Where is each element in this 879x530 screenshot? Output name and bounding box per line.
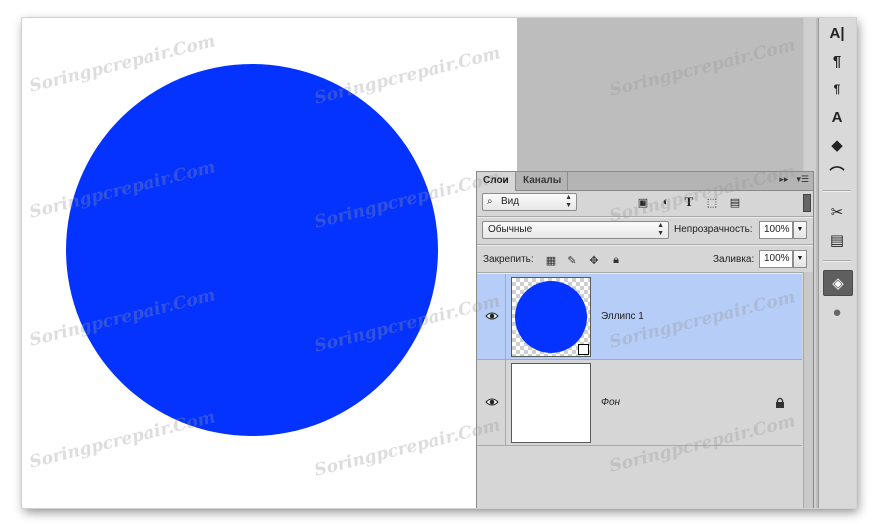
properties-glyph: ▤ [829, 232, 845, 249]
opacity-input[interactable]: 100% [759, 221, 793, 239]
layers-glyph: ◈ [832, 275, 844, 292]
paragraph-styles-icon[interactable]: ¶ [823, 77, 851, 101]
updown-icon: ▲ ▼ [565, 194, 572, 209]
layer-thumbnail[interactable] [511, 363, 591, 443]
type-filter-icon[interactable]: T [681, 194, 697, 209]
visibility-column-border [505, 274, 506, 359]
fill-input[interactable]: 100% [759, 250, 793, 268]
layers-scrollbar[interactable] [803, 272, 813, 508]
panel-controls: ▸▸ ▾☰ [779, 174, 809, 185]
layer-row[interactable]: Эллипс 1 [477, 274, 802, 360]
tab-channels[interactable]: Каналы [517, 172, 569, 190]
filter-kind-value: Вид [501, 196, 520, 207]
opacity-label: Непрозрачность: [674, 224, 753, 235]
lock-all-icon[interactable]: 🔒︎ [609, 253, 623, 267]
layer-thumbnail[interactable] [511, 277, 591, 357]
filter-toggle-switch[interactable] [803, 194, 811, 212]
channels-glyph: ● [832, 303, 842, 321]
lock-position-icon[interactable]: ✥ [587, 253, 601, 267]
blend-mode-select[interactable]: Обычные ▲ ▼ [482, 221, 669, 239]
path-glyph: ⌒ [829, 165, 845, 183]
panel-divider [477, 244, 813, 246]
panel-tab-bar: Слои Каналы ▸▸ ▾☰ [477, 172, 813, 191]
search-icon: ⌕ [487, 196, 493, 207]
character-styles-icon[interactable]: A [823, 105, 851, 129]
3d-icon[interactable]: ◆ [823, 133, 851, 157]
paragraph-styles-glyph: ¶ [833, 82, 841, 96]
character-glyph: A| [829, 24, 845, 42]
paragraph-icon[interactable]: ¶ [823, 49, 851, 73]
lock-image-pixels-icon[interactable]: ✎ [565, 253, 579, 267]
opacity-dropdown-arrow[interactable]: ▼ [793, 221, 807, 239]
layer-row[interactable]: Фон [477, 360, 802, 446]
character-styles-glyph: A [831, 108, 843, 126]
lock-transparent-pixels-icon[interactable]: ▦ [544, 253, 558, 267]
adjustment-filter-icon[interactable]: ◐ [658, 195, 674, 209]
photoshop-workspace: A| ¶ ¶ A ◆ ⌒ ✂ ▤ ◈ ● Слои Каналы ▸▸ ▾☰ ⌕… [22, 18, 856, 508]
eye-icon[interactable] [485, 310, 499, 322]
layers-icon[interactable]: ◈ [823, 270, 853, 296]
3d-glyph: ◆ [831, 137, 843, 154]
toolbar-separator [823, 190, 851, 192]
channels-icon[interactable]: ● [823, 300, 851, 324]
right-panel-toolbar: A| ¶ ¶ A ◆ ⌒ ✂ ▤ ◈ ● [818, 18, 856, 508]
panel-divider [477, 216, 813, 218]
filter-kind-select[interactable]: ⌕ Вид ▲ ▼ [482, 193, 577, 211]
tools-glyph: ✂ [830, 204, 844, 221]
updown-icon: ▲ ▼ [657, 222, 664, 237]
panel-menu-icon[interactable]: ▾☰ [796, 174, 809, 185]
blend-mode-value: Обычные [488, 224, 533, 235]
tools-icon[interactable]: ✂ [823, 200, 851, 224]
image-filter-icon[interactable]: ▣ [635, 195, 651, 209]
path-icon[interactable]: ⌒ [823, 161, 851, 185]
properties-icon[interactable]: ▤ [823, 228, 851, 252]
type-filter-glyph: T [684, 194, 694, 209]
expand-icon[interactable]: ▸▸ [779, 174, 788, 185]
lock-label: Закрепить: [483, 254, 534, 265]
layer-name[interactable]: Эллипс 1 [601, 311, 644, 322]
fill-dropdown-arrow[interactable]: ▼ [793, 250, 807, 268]
layer-name[interactable]: Фон [601, 397, 620, 408]
shape-filter-icon[interactable]: ⬚ [704, 195, 720, 209]
layers-panel: Слои Каналы ▸▸ ▾☰ ⌕ Вид ▲ ▼ ▣ ◐ T ⬚ ▤ Обы… [476, 171, 814, 508]
character-icon[interactable]: A| [823, 21, 851, 45]
visibility-column-border [505, 360, 506, 445]
watermark-text: Soringpcrepair.Com [607, 35, 798, 101]
thumbnail-ellipse [515, 281, 587, 353]
smart-object-filter-icon[interactable]: ▤ [727, 195, 743, 209]
document-canvas[interactable] [22, 18, 517, 508]
paragraph-glyph: ¶ [832, 52, 842, 70]
tab-layers[interactable]: Слои [477, 172, 516, 191]
toolbar-separator [823, 260, 851, 262]
shape-layer-badge-icon [578, 344, 589, 355]
lock-icon [774, 396, 786, 408]
ellipse-shape[interactable] [66, 64, 438, 436]
eye-icon[interactable] [485, 396, 499, 408]
fill-label: Заливка: [713, 254, 755, 265]
